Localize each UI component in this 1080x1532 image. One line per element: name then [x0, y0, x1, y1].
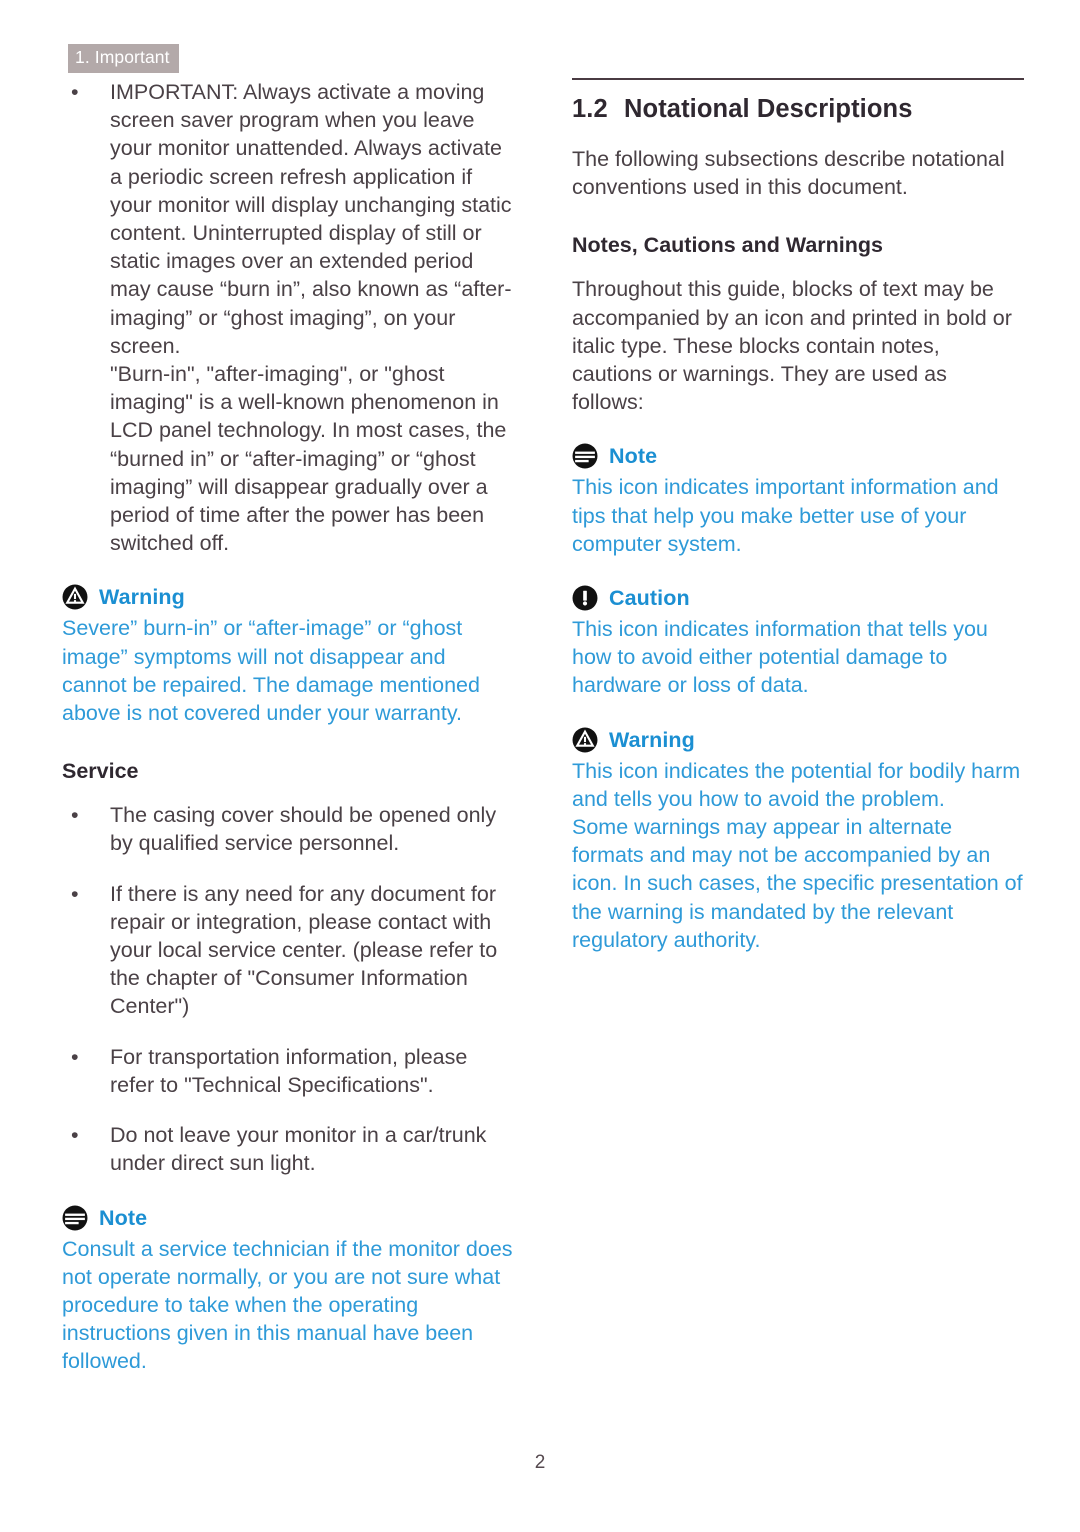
service-bullet-text: Do not leave your monitor in a car/trunk…	[110, 1123, 487, 1176]
callout-header: Note	[62, 1204, 514, 1232]
list-item: • IMPORTANT: Always activate a moving sc…	[62, 78, 514, 557]
notes-intro-paragraph: Throughout this guide, blocks of text ma…	[572, 277, 1012, 415]
callout-label: Warning	[609, 727, 695, 752]
callout-body: Severe” burn-in” or “after-image” or “gh…	[62, 616, 480, 726]
notes-cautions-warnings-heading: Notes, Cautions and Warnings	[572, 233, 883, 258]
bullet-dot: •	[71, 1044, 79, 1069]
service-bullet-text: The casing cover should be opened only b…	[110, 803, 497, 856]
callout-label: Warning	[99, 585, 185, 610]
warning-triangle-icon	[572, 727, 598, 753]
service-bullet-text: For transportation information, please r…	[110, 1044, 468, 1097]
important-bullet-text: IMPORTANT: Always activate a moving scre…	[110, 80, 512, 358]
callout-header: Warning	[62, 583, 514, 611]
warning-callout-right: Warning This icon indicates the potentia…	[572, 726, 1024, 954]
callout-body: This icon indicates important informatio…	[572, 475, 999, 556]
callout-label: Note	[609, 444, 658, 469]
service-bullet-text: If there is any need for any document fo…	[110, 881, 498, 1019]
page-number: 2	[534, 1452, 546, 1473]
list-item: • Do not leave your monitor in a car/tru…	[62, 1121, 514, 1177]
callout-body: This icon indicates the potential for bo…	[572, 758, 1021, 811]
callout-header: Warning	[572, 726, 1024, 754]
page-title: 1.2 Notational Descriptions	[572, 93, 1024, 125]
note-lines-icon	[62, 1205, 88, 1230]
document-page: 1. Important • IMPORTANT: Always activat…	[0, 0, 1080, 1532]
callout-body-secondary: Some warnings may appear in alternate fo…	[572, 815, 1023, 952]
callout-header: Note	[572, 442, 1024, 470]
important-bullet-list: • IMPORTANT: Always activate a moving sc…	[62, 78, 514, 557]
callout-header: Caution	[572, 584, 1024, 612]
service-bullet-list: • The casing cover should be opened only…	[62, 801, 514, 1177]
list-item: • If there is any need for any document …	[62, 880, 514, 1021]
section-divider	[572, 78, 1024, 80]
note-callout-right: Note This icon indicates important infor…	[572, 442, 1024, 558]
note-lines-icon	[572, 443, 598, 469]
bullet-dot: •	[71, 881, 79, 906]
callout-body: This icon indicates information that tel…	[572, 617, 988, 698]
section-intro-paragraph: The following subsections describe notat…	[572, 147, 1005, 200]
left-column: • IMPORTANT: Always activate a moving sc…	[62, 78, 514, 1376]
bullet-dot: •	[71, 803, 79, 828]
warning-triangle-icon	[62, 584, 88, 610]
bullet-dot: •	[71, 80, 79, 104]
two-column-body: • IMPORTANT: Always activate a moving sc…	[0, 78, 1080, 1376]
bullet-dot: •	[71, 1123, 79, 1148]
caution-exclamation-icon	[572, 585, 598, 611]
warning-callout-left: Warning Severe” burn-in” or “after-image…	[62, 583, 514, 727]
callout-label: Note	[99, 1205, 148, 1230]
callout-body: Consult a service technician if the moni…	[62, 1236, 513, 1374]
section-title-text: Notational Descriptions	[624, 95, 913, 123]
section-number: 1.2	[572, 95, 608, 123]
running-header-chapter: 1. Important	[68, 44, 179, 73]
list-item: • The casing cover should be opened only…	[62, 801, 514, 857]
service-heading: Service	[62, 759, 139, 784]
right-column: 1.2 Notational Descriptions The following…	[572, 78, 1024, 1376]
important-bullet-continuation: "Burn-in", "after-imaging", or "ghost im…	[110, 362, 507, 556]
callout-label: Caution	[609, 586, 690, 611]
list-item: • For transportation information, please…	[62, 1043, 514, 1099]
caution-callout-right: Caution This icon indicates information …	[572, 584, 1024, 700]
note-callout-left: Note Consult a service technician if the…	[62, 1204, 514, 1376]
